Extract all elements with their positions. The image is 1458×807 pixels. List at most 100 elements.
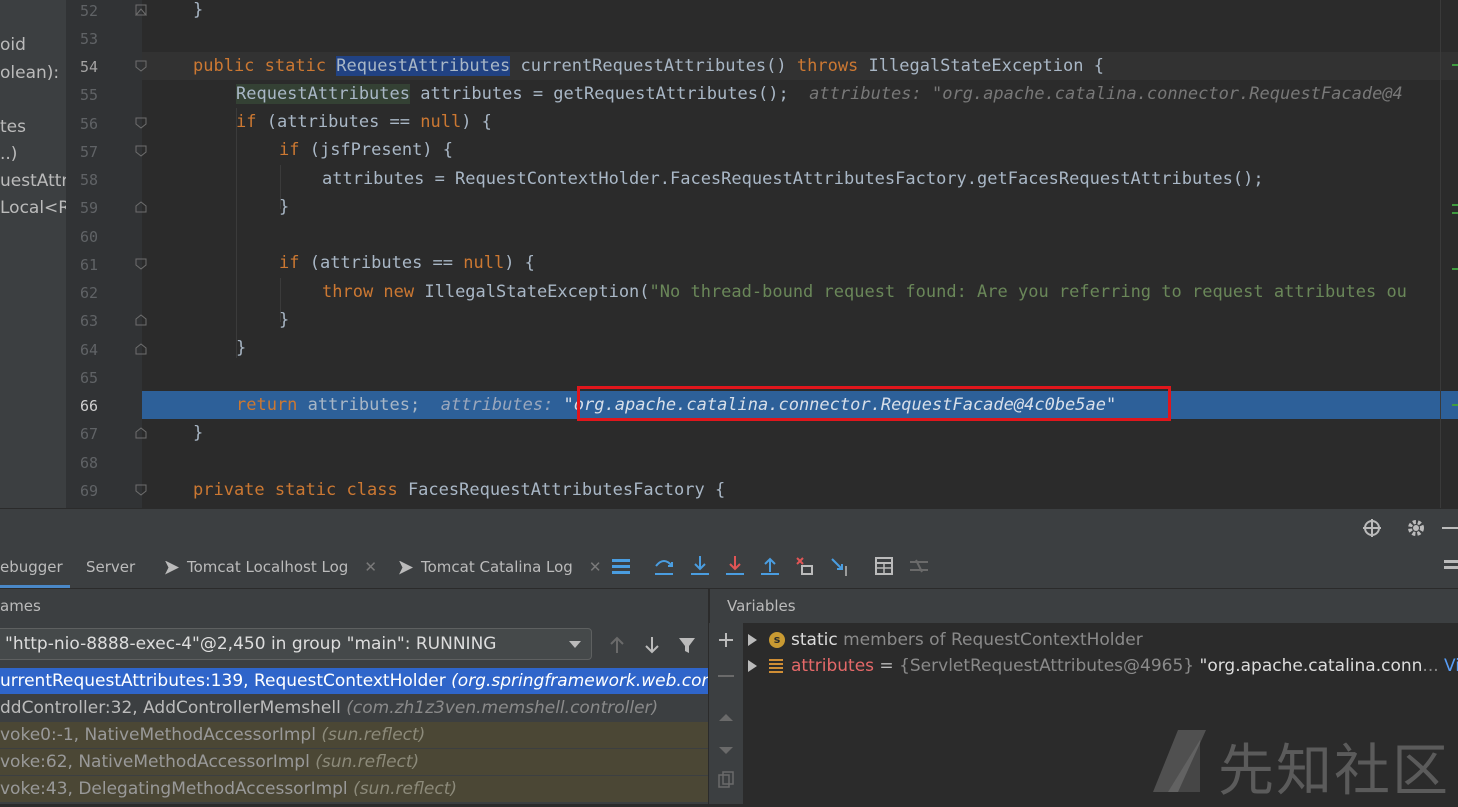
line-number: 54 [79,58,98,76]
step-over-icon[interactable] [653,554,675,578]
copy-icon[interactable] [718,771,734,789]
fold-marker-icon[interactable] [135,145,147,157]
gear-icon[interactable] [1406,518,1426,538]
line-number: 63 [79,312,98,330]
thread-selector[interactable]: "http-nio-8888-exec-4"@2,450 in group "m… [0,628,592,660]
code-line: } [236,338,247,358]
fold-marker-icon[interactable] [135,484,147,496]
fold-marker-icon[interactable] [135,258,147,270]
line-number: 67 [79,425,98,443]
fold-marker-icon[interactable] [135,60,147,72]
step-into-icon[interactable] [689,554,711,578]
console-icon [399,560,413,575]
tab-server[interactable]: Server [86,546,135,588]
watermark-logo: 先知社区 [1148,722,1448,804]
code-line: } [279,197,290,217]
move-up-icon[interactable] [718,707,734,721]
structure-item[interactable]: Local<R [0,198,66,218]
target-icon[interactable] [1362,518,1382,538]
fold-marker-icon[interactable] [135,427,147,439]
frame-list-item[interactable]: ddController:32, AddControllerMemshell (… [0,695,708,721]
chevron-down-icon [569,641,581,648]
fold-marker-icon[interactable] [135,117,147,129]
code-line: throw new IllegalStateException("No thre… [322,282,1407,302]
code-line: } [193,0,204,20]
debug-tool-window-header [0,508,1458,547]
structure-item[interactable]: olean): [0,63,59,83]
remove-watch-icon[interactable] [718,675,734,677]
tab-tomcat-catalina-log[interactable]: Tomcat Catalina Log ✕ [399,546,601,588]
show-execution-point-icon[interactable] [610,554,632,578]
trace-current-stream-icon[interactable] [908,554,930,578]
line-number: 64 [79,341,98,359]
selected-type-token: RequestAttributes [336,56,511,76]
close-icon[interactable]: ✕ [364,558,377,576]
step-out-icon[interactable] [759,554,781,578]
structure-item[interactable]: ..) [0,144,17,164]
code-line: public static RequestAttributes currentR… [193,56,1104,76]
fold-marker-icon[interactable] [135,343,147,355]
line-number: 69 [79,482,98,500]
fold-marker-icon[interactable] [135,314,147,326]
console-icon [165,560,179,575]
drop-frame-icon[interactable] [794,554,816,578]
inline-debug-value: attributes: "org.apache.catalina.connect… [788,84,1403,104]
close-icon[interactable]: ✕ [589,558,602,576]
structure-item[interactable]: uestAttri [0,171,66,191]
layout-icon[interactable] [1440,554,1458,578]
variable-row-attributes[interactable]: attributes = {ServletRequestAttributes@4… [748,653,1458,679]
code-editor[interactable]: oid olean): tes ..) uestAttri Local<R 52… [0,0,1458,508]
tab-debugger[interactable]: ebugger [0,546,70,588]
code-line: } [279,310,290,330]
tab-tomcat-localhost-log[interactable]: Tomcat Localhost Log ✕ [165,546,377,588]
variables-header: Variables [710,589,1458,623]
code-line: if (attributes == null) { [279,253,535,273]
add-watch-icon[interactable] [717,631,735,649]
evaluate-expression-icon[interactable] [873,554,895,578]
line-number: 61 [79,256,98,274]
filter-icon[interactable] [677,634,697,656]
arrow-up-icon[interactable] [607,634,627,656]
code-line: private static class FacesRequestAttribu… [193,480,726,500]
line-number: 65 [79,369,98,387]
frame-list-item[interactable]: urrentRequestAttributes:139, RequestCont… [0,668,708,694]
fold-marker-icon[interactable] [135,4,147,16]
run-to-cursor-icon[interactable] [829,554,851,578]
code-line: if (jsfPresent) { [279,140,454,160]
expand-icon[interactable] [748,634,757,646]
expand-icon[interactable] [748,660,757,672]
line-number: 68 [79,454,98,472]
inline-debug-label: attributes: [420,395,564,415]
static-badge-icon: s [769,632,785,648]
move-down-icon[interactable] [718,741,734,754]
annotation-highlight-box [577,386,1171,421]
line-number: 56 [79,115,98,133]
line-number: 52 [79,2,98,20]
fold-marker-icon[interactable] [135,201,147,213]
code-line: RequestAttributes attributes = getReques… [236,84,1403,104]
arrow-down-icon[interactable] [642,634,662,656]
line-number: 55 [79,86,98,104]
force-step-into-icon[interactable] [724,554,746,578]
line-number: 60 [79,228,98,246]
line-number: 57 [79,143,98,161]
line-number: 62 [79,284,98,302]
code-line: attributes = RequestContextHolder.FacesR… [322,169,1264,189]
line-number: 66 [79,397,98,415]
structure-item[interactable]: oid [0,35,26,55]
view-link[interactable]: View [1439,656,1458,676]
code-line: } [193,423,204,443]
line-number: 58 [79,171,98,189]
structure-panel: oid olean): tes ..) uestAttri Local<R [0,0,66,508]
code-line: if (attributes == null) { [236,112,492,132]
frame-list-item[interactable]: voke:43, DelegatingMethodAccessorImpl (s… [0,776,708,802]
minimize-icon[interactable] [1442,527,1458,529]
variables-side-toolbar [709,623,743,804]
variable-row-static[interactable]: s static members of RequestContextHolder [748,627,1143,653]
frames-header: ames [0,597,41,615]
structure-item[interactable]: tes [0,117,26,137]
frame-list-item[interactable]: voke:62, NativeMethodAccessorImpl (sun.r… [0,749,708,775]
frame-list-item[interactable]: voke0:-1, NativeMethodAccessorImpl (sun.… [0,722,708,748]
line-number: 59 [79,199,98,217]
line-number: 53 [79,30,98,48]
